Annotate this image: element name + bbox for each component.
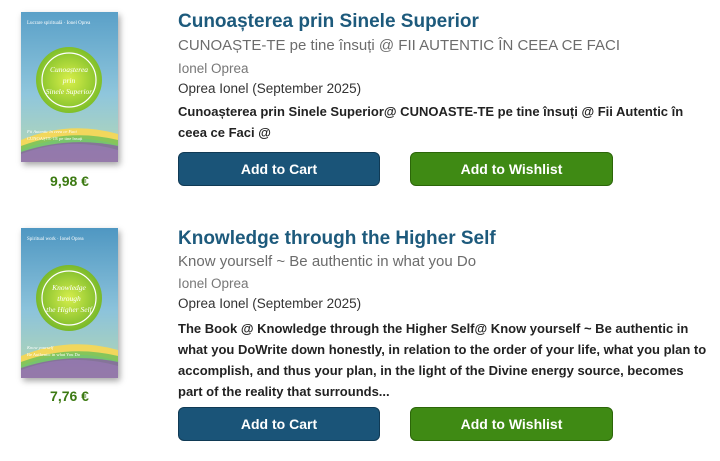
book-description: Cunoașterea prin Sinele Superior@ CUNOAS… (178, 104, 684, 140)
book-publisher: Oprea Ionel (September 2025) (178, 296, 362, 311)
book-description: The Book @ Knowledge through the Higher … (178, 321, 707, 399)
cover-bottom-line: Know yourself (26, 345, 54, 350)
book-subtitle: Know yourself ~ Be authentic in what you… (178, 253, 477, 270)
cover-title-line: Sinele Superior (46, 87, 93, 96)
cover-title-line: Cunoașterea (50, 65, 88, 74)
cover-bottom-line: Fii Autentic în ceea ce Faci (26, 129, 78, 134)
book-listing: Lucrare spirituală · Ionel Oprea Cunoașt… (0, 0, 720, 215)
book-listing: Spiritual work · Ionel Oprea Knowledge t… (0, 215, 720, 461)
book-author: Ionel Oprea (178, 276, 249, 291)
book-subtitle: CUNOAȘTE-TE pe tine însuți @ FII AUTENTI… (178, 37, 620, 54)
book-title-link[interactable]: Knowledge through the Higher Self (178, 228, 496, 250)
cover-title-line: prin (62, 76, 76, 85)
cover-bottom-line: Be Authentic in what You Do (27, 352, 81, 357)
cover-header-text: Lucrare spirituală · Ionel Oprea (27, 21, 91, 26)
add-to-cart-button[interactable]: Add to Cart (178, 152, 380, 186)
book-title-link[interactable]: Cunoașterea prin Sinele Superior (178, 11, 479, 33)
cover-title-line: the Higher Self (46, 305, 92, 314)
cover-bottom-line: CUNOAȘTE-TE pe tine însuți (27, 136, 83, 141)
book-cover-image[interactable]: Lucrare spirituală · Ionel Oprea Cunoașt… (21, 12, 118, 162)
book-price: 9,98 € (50, 173, 89, 189)
cover-title-line: through (57, 294, 81, 303)
book-author: Ionel Oprea (178, 61, 249, 76)
add-to-wishlist-button[interactable]: Add to Wishlist (410, 407, 613, 441)
book-publisher: Oprea Ionel (September 2025) (178, 81, 362, 96)
cover-header-text: Spiritual work · Ionel Oprea (27, 237, 84, 242)
book-cover-image[interactable]: Spiritual work · Ionel Oprea Knowledge t… (21, 228, 118, 378)
book-price: 7,76 € (50, 388, 89, 404)
cover-title-line: Knowledge (51, 283, 86, 292)
add-to-wishlist-button[interactable]: Add to Wishlist (410, 152, 613, 186)
add-to-cart-button[interactable]: Add to Cart (178, 407, 380, 441)
